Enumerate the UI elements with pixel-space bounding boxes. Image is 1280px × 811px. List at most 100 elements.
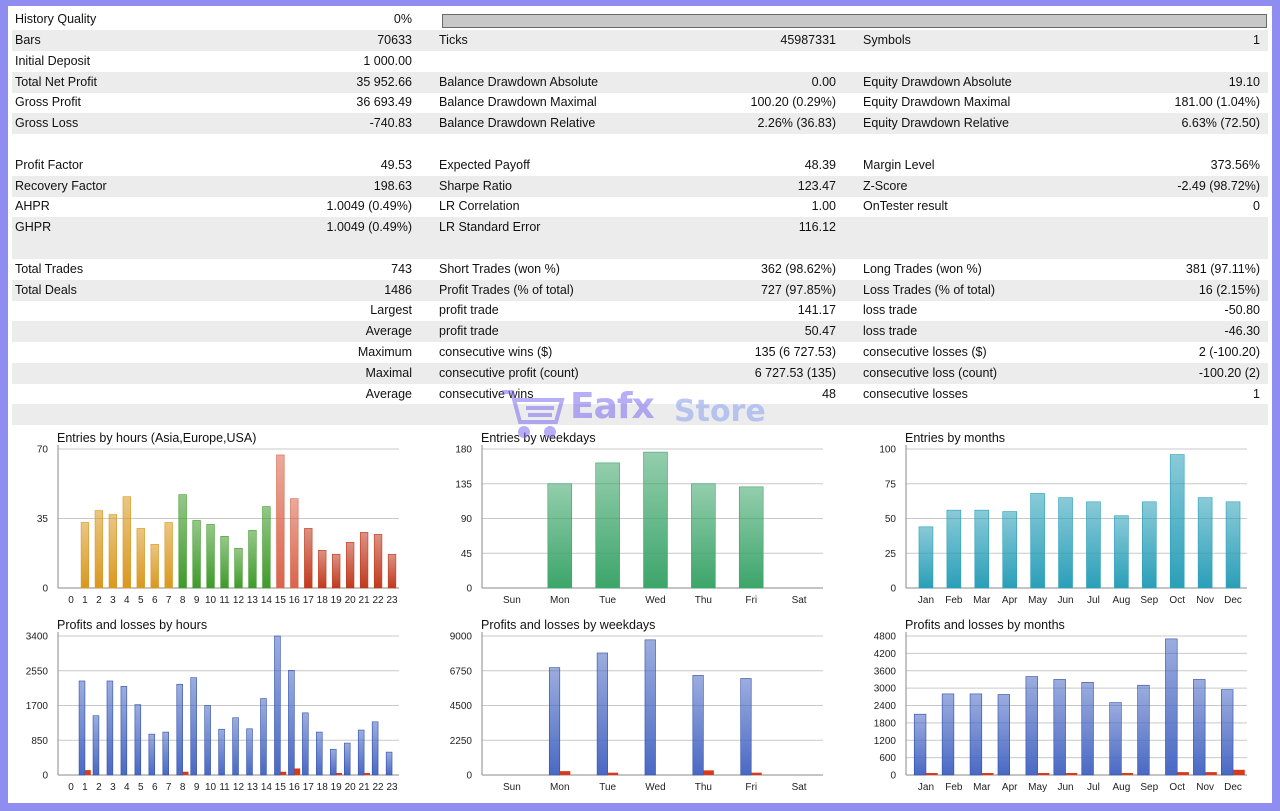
y-tick-label: 35 (37, 514, 49, 525)
stat-value (1060, 51, 1260, 72)
x-tick-label: Sun (503, 782, 521, 793)
bar (290, 498, 299, 589)
y-tick-label: 600 (879, 753, 896, 764)
chart-3: Profits and losses by hours 0 850 1700 2550 3… (8, 618, 418, 798)
x-tick-label: 22 (373, 595, 385, 606)
profit-bar (1193, 679, 1206, 776)
loss-bar (751, 772, 762, 775)
stat-value: 16 (2.15%) (1198, 282, 1260, 297)
x-tick-label: 5 (138, 595, 144, 606)
profit-bar (288, 670, 295, 776)
profit-bar (106, 680, 114, 776)
x-tick-label: 14 (261, 595, 273, 606)
profit-bar (316, 731, 323, 776)
stat-value (212, 134, 412, 155)
stats-row: Maximum consecutive wins ($) 135 (6 727.53… (12, 342, 1268, 363)
chart-plot: 0 45 90 135 180 Sun Mon Tue Wed Thu Fri Sat (455, 445, 823, 606)
stat-label: Profit Trades (% of total) (439, 282, 574, 297)
loss-bar (559, 771, 571, 775)
stat-value (212, 363, 412, 384)
x-tick-label: Tue (599, 595, 616, 606)
x-tick-label: 20 (345, 595, 357, 606)
profit-bar (913, 713, 927, 776)
x-tick-label: 3 (110, 782, 116, 793)
stat-label: Initial Deposit (15, 53, 91, 68)
x-tick-label: 21 (359, 595, 371, 606)
x-tick-label: 1 (82, 782, 88, 793)
profit-bar (302, 712, 309, 776)
y-tick-label: 1700 (26, 701, 49, 712)
stat-value: -50.80 (1224, 303, 1260, 318)
x-tick-label: 9 (194, 782, 200, 793)
y-tick-label: 1200 (874, 736, 897, 747)
loss-bar (981, 773, 994, 775)
stats-row: Bars 70633 Ticks 45987331 Symbols 1 (12, 30, 1268, 51)
stat-value: 0 (1253, 199, 1260, 214)
stat-value: 1.0049 (0.49%) (326, 220, 412, 235)
stat-value: 45987331 (780, 33, 836, 47)
y-tick-label: 1800 (874, 718, 897, 729)
profit-bar (596, 652, 608, 776)
bar (1114, 515, 1129, 589)
stat-value (636, 404, 836, 425)
stat-value (1060, 238, 1260, 259)
history-quality-label: History Quality (15, 12, 97, 26)
x-tick-label: Jun (1057, 595, 1073, 606)
stats-row (12, 404, 1268, 426)
x-tick-label: Mar (973, 782, 991, 793)
y-tick-label: 6750 (450, 666, 473, 677)
x-tick-label: 20 (345, 782, 357, 793)
bar (1002, 511, 1017, 589)
chart-plot: 08501700255034000 1 2 3 4 5 6 7 8 9 10 11 12 13 14 15 16… (26, 632, 399, 793)
x-tick-label: Apr (1002, 782, 1018, 793)
bar (122, 496, 131, 589)
stat-value: 70633 (377, 33, 412, 47)
y-tick-label: 4500 (450, 701, 473, 712)
stats-row (12, 134, 1268, 155)
profit-bar (190, 677, 197, 776)
y-tick-label: 135 (455, 479, 472, 490)
stat-value (212, 342, 412, 363)
bar (918, 526, 934, 589)
stat-label: Total Deals (15, 282, 77, 297)
x-tick-label: Tue (599, 782, 616, 793)
profit-bar (357, 729, 365, 776)
stats-row: Recovery Factor 198.63 Sharpe Ratio 123.47 Z… (12, 175, 1268, 197)
stat-value: 141.17 (797, 303, 836, 318)
stat-value: 373.56% (1210, 157, 1260, 172)
profit-bar (1109, 702, 1122, 776)
x-tick-label: 15 (275, 782, 287, 793)
bar (346, 542, 355, 589)
x-tick-label: Oct (1169, 782, 1185, 793)
x-tick-label: 22 (373, 782, 385, 793)
bar (1169, 454, 1185, 589)
bar (387, 553, 397, 589)
x-tick-label: 16 (289, 595, 301, 606)
profit-bar (969, 693, 983, 776)
x-tick-label: 19 (331, 782, 343, 793)
x-tick-label: 10 (205, 782, 217, 793)
y-tick-label: 90 (461, 514, 473, 525)
stat-value: 50.47 (804, 324, 836, 339)
x-tick-label: 9 (194, 595, 200, 606)
stat-label: Gross Loss (15, 116, 79, 131)
stat-value: 100.20 (0.29%) (750, 95, 836, 110)
profit-bar (260, 698, 267, 776)
x-tick-label: Dec (1224, 595, 1242, 606)
stat-value: -740.83 (369, 116, 412, 131)
bar (359, 532, 369, 589)
y-tick-label: 0 (42, 584, 48, 595)
x-tick-label: 13 (247, 595, 259, 606)
stat-value: 2 (-100.20) (1198, 345, 1260, 359)
x-tick-label: 10 (205, 595, 217, 606)
stat-label: Sharpe Ratio (439, 178, 512, 193)
y-tick-label: 4200 (874, 649, 897, 660)
chart-0: Entries by hours (Asia,Europe,USA) 0 35 70 0… (8, 431, 418, 611)
x-tick-label: 13 (247, 782, 259, 793)
stats-row: Gross Loss -740.83 Balance Drawdown Relati… (12, 113, 1268, 135)
x-tick-label: 21 (359, 782, 371, 793)
x-tick-label: 23 (386, 595, 398, 606)
x-tick-label: Feb (945, 595, 963, 606)
x-tick-label: 23 (386, 782, 398, 793)
profit-bar (204, 705, 211, 776)
